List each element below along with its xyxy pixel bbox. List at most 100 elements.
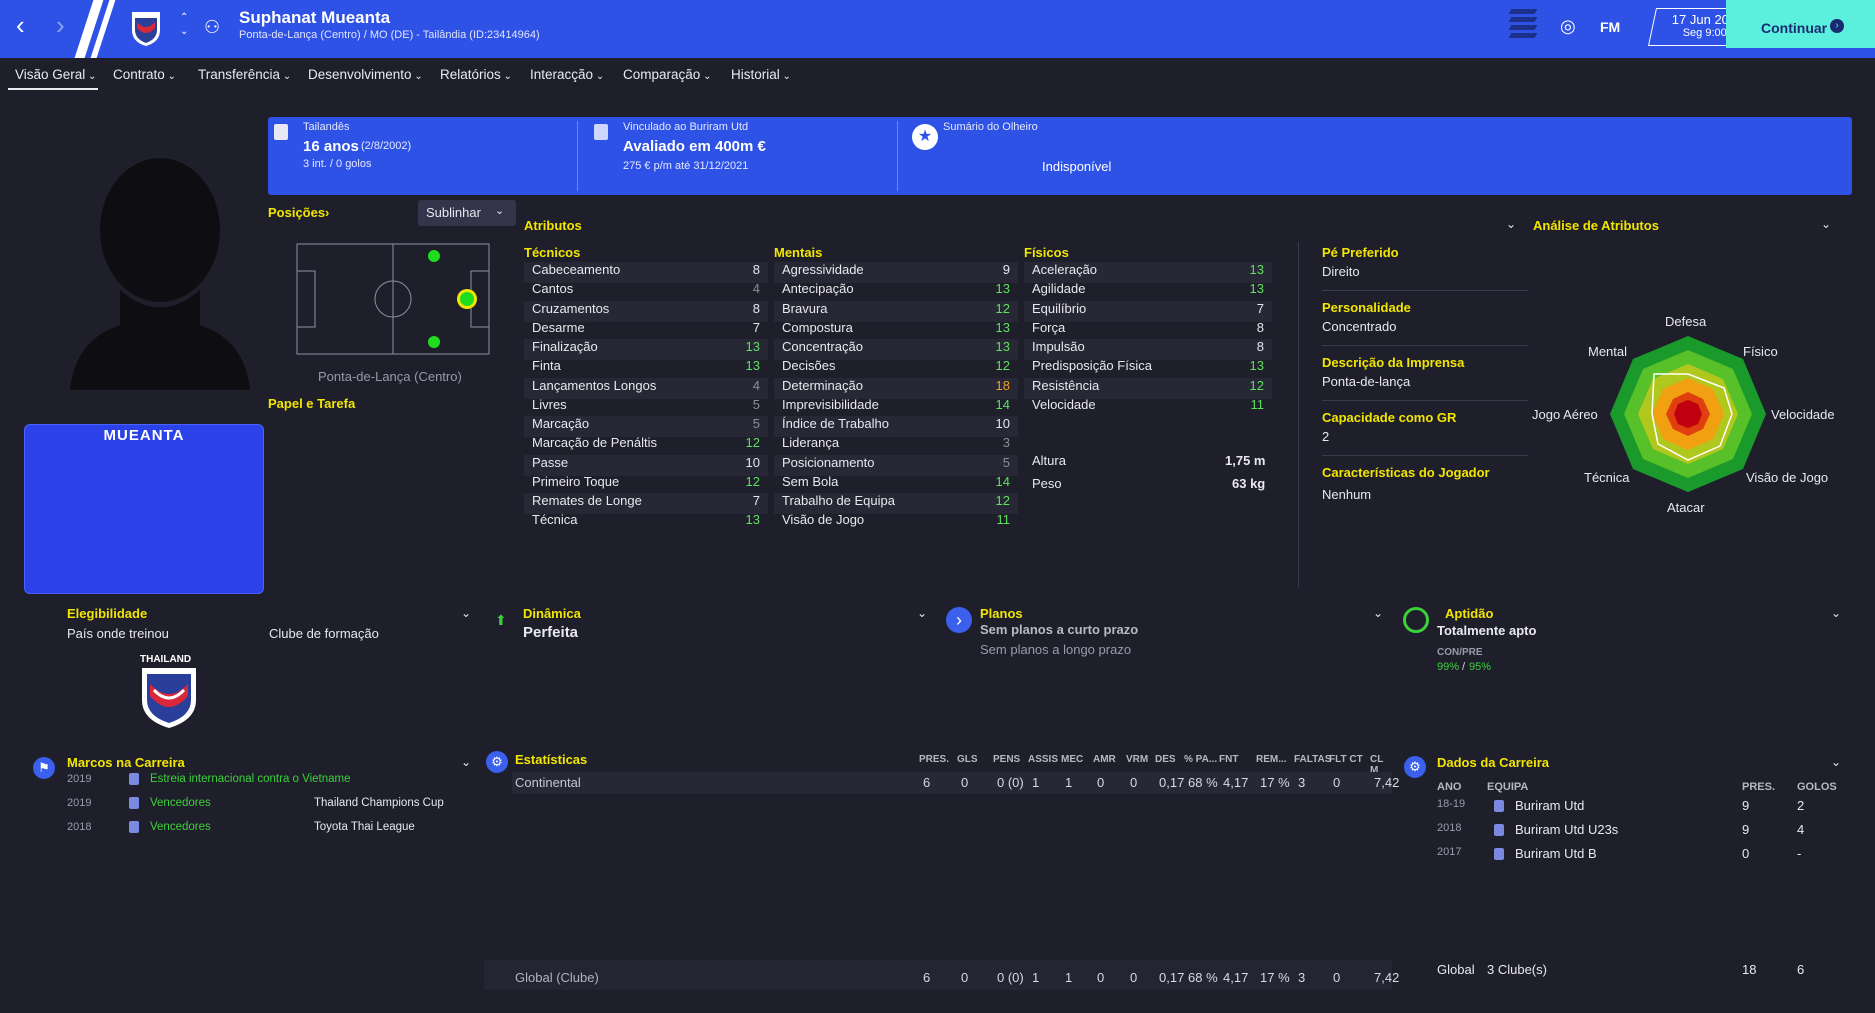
attribute-row[interactable]: Liderança 3 [774, 435, 1018, 456]
attribute-row[interactable]: Índice de Trabalho 10 [774, 416, 1018, 437]
radar-label-mental: Mental [1588, 344, 1628, 359]
stats-col-header[interactable]: MEC [1061, 754, 1083, 765]
attribute-name: Posicionamento [782, 454, 875, 470]
stats-col-header[interactable]: % PA... [1184, 754, 1217, 765]
attribute-name: Trabalho de Equipa [782, 493, 895, 508]
crest-icon [129, 821, 139, 833]
chevron-down-icon[interactable]: ⌄ [1373, 606, 1383, 620]
attribute-row[interactable]: Concentração 13 [774, 339, 1018, 360]
attribute-row[interactable]: Cruzamentos 8 [524, 300, 768, 322]
stats-col-header[interactable]: DES [1155, 754, 1176, 765]
attribute-row[interactable]: Agressividade 9 [774, 262, 1018, 283]
mental-title: Mentais [774, 245, 823, 260]
plans-link[interactable]: Planos [980, 606, 1023, 621]
attribute-row[interactable]: Impulsão 8 [1024, 339, 1272, 360]
attribute-row[interactable]: Passe 10 [524, 454, 768, 476]
down-arrow-icon[interactable]: ⌄ [180, 26, 188, 37]
chevron-down-icon[interactable]: ⌄ [1831, 606, 1841, 620]
tab-overview[interactable]: Visão Geral [15, 67, 96, 82]
stats-col-header[interactable]: REM... [1256, 754, 1287, 765]
attribute-row[interactable]: Lançamentos Longos 4 [524, 377, 768, 399]
attribute-row[interactable]: Posicionamento 5 [774, 454, 1018, 476]
attribute-row[interactable]: Agilidade 13 [1024, 281, 1272, 302]
milestones-link[interactable]: Marcos na Carreira [67, 755, 185, 770]
back-arrow-icon[interactable]: ‹ [16, 10, 25, 41]
milestone-text[interactable]: Estreia internacional contra o Vietname [150, 773, 351, 785]
attribute-row[interactable]: Resistência 12 [1024, 377, 1272, 399]
stats-col-header[interactable]: FALTAS [1294, 754, 1331, 765]
stats-col-header[interactable]: VRM [1126, 754, 1148, 765]
milestone-text[interactable]: Vencedores [150, 821, 211, 833]
attribute-row[interactable]: Força 8 [1024, 320, 1272, 341]
attribute-row[interactable]: Visão de Jogo 11 [774, 512, 1018, 533]
chevron-down-icon[interactable]: ⌄ [1821, 217, 1831, 231]
stats-col-header[interactable]: FLT CT [1329, 754, 1363, 765]
attribute-value: 12 [1249, 377, 1264, 393]
attribute-value: 14 [995, 396, 1010, 412]
attribute-row[interactable]: Velocidade 11 [1024, 397, 1272, 418]
chevron-down-icon[interactable]: ⌄ [917, 606, 927, 620]
attribute-row[interactable]: Decisões 12 [774, 358, 1018, 379]
career-team: Buriram Utd U23s [1515, 822, 1619, 837]
eligibility-link[interactable]: Elegibilidade [67, 606, 147, 621]
attribute-row[interactable]: Livres 5 [524, 397, 768, 418]
attribute-row[interactable]: Imprevisibilidade 14 [774, 397, 1018, 418]
tab-interaction[interactable]: Interacção [530, 67, 604, 82]
tab-comparison[interactable]: Comparação [623, 67, 711, 82]
attribute-row[interactable]: Marcação de Penáltis 12 [524, 435, 768, 456]
attribute-row[interactable]: Cabeceamento 8 [524, 262, 768, 283]
attribute-row[interactable]: Finalização 13 [524, 339, 768, 360]
positions-link[interactable]: Posições [268, 205, 325, 220]
chevron-down-icon[interactable]: ⌄ [1506, 217, 1516, 231]
attribute-row[interactable]: Primeiro Toque 12 [524, 474, 768, 495]
attribute-row[interactable]: Bravura 12 [774, 300, 1018, 322]
attribute-row[interactable]: Marcação 5 [524, 416, 768, 437]
fitness-link[interactable]: Aptidão [1445, 606, 1493, 621]
attribute-row[interactable]: Sem Bola 14 [774, 474, 1018, 495]
up-arrow-icon[interactable]: ⌃ [180, 12, 188, 23]
pitch-diagram [296, 243, 490, 355]
stats-col-header[interactable]: FNT [1219, 754, 1238, 765]
chevron-down-icon[interactable]: ⌄ [461, 606, 471, 620]
attribute-row[interactable]: Compostura 13 [774, 320, 1018, 341]
dynamics-link[interactable]: Dinâmica [523, 606, 581, 621]
stats-cell: 7,42 [1374, 775, 1400, 790]
stats-col-header[interactable]: PRES. [919, 754, 949, 765]
attribute-row[interactable]: Predisposição Física 13 [1024, 358, 1272, 379]
role-duty-link[interactable]: Papel e Tarefa [268, 396, 355, 411]
attribute-name: Antecipação [782, 281, 854, 297]
stats-col-header[interactable]: GLS [957, 754, 978, 765]
attribute-row[interactable]: Cantos 4 [524, 281, 768, 302]
stats-col-header[interactable]: PENS [993, 754, 1020, 765]
tab-contract[interactable]: Contrato [113, 67, 176, 82]
tab-reports[interactable]: Relatórios [440, 67, 512, 82]
milestone-text[interactable]: Vencedores [150, 797, 211, 809]
attribute-row[interactable]: Determinação 18 [774, 377, 1018, 399]
forward-arrow-icon[interactable]: › [56, 10, 65, 41]
fm-logo[interactable]: FM [1600, 19, 1620, 35]
stats-col-header[interactable]: ASSIS [1028, 754, 1058, 765]
stats-cell: 3 [1298, 775, 1306, 790]
career-link[interactable]: Dados da Carreira [1437, 755, 1549, 770]
binoculars-icon[interactable]: ⚇ [204, 17, 220, 38]
attribute-row[interactable]: Trabalho de Equipa 12 [774, 493, 1018, 514]
globe-icon[interactable]: ◎ [1560, 16, 1576, 37]
attribute-row[interactable]: Equilíbrio 7 [1024, 300, 1272, 322]
attribute-row[interactable]: Aceleração 13 [1024, 262, 1272, 283]
stats-cell: 0 [1130, 775, 1138, 790]
attribute-row[interactable]: Remates de Longe 7 [524, 493, 768, 514]
stats-col-header[interactable]: AMR [1093, 754, 1116, 765]
separator: / [1462, 661, 1466, 673]
attribute-row[interactable]: Finta 13 [524, 358, 768, 379]
stats-cell: 0 [961, 775, 969, 790]
chevron-down-icon[interactable]: ⌄ [1831, 755, 1841, 769]
star-icon: ★ [912, 124, 938, 150]
attribute-row[interactable]: Desarme 7 [524, 320, 768, 341]
attribute-row[interactable]: Técnica 13 [524, 512, 768, 533]
tab-history[interactable]: Historial [731, 67, 791, 82]
attribute-row[interactable]: Antecipação 13 [774, 281, 1018, 302]
tab-transfer[interactable]: Transferência [198, 67, 291, 82]
tab-development[interactable]: Desenvolvimento [308, 67, 423, 82]
career-total-goals: 6 [1797, 962, 1805, 977]
chevron-down-icon[interactable]: ⌄ [461, 755, 471, 769]
